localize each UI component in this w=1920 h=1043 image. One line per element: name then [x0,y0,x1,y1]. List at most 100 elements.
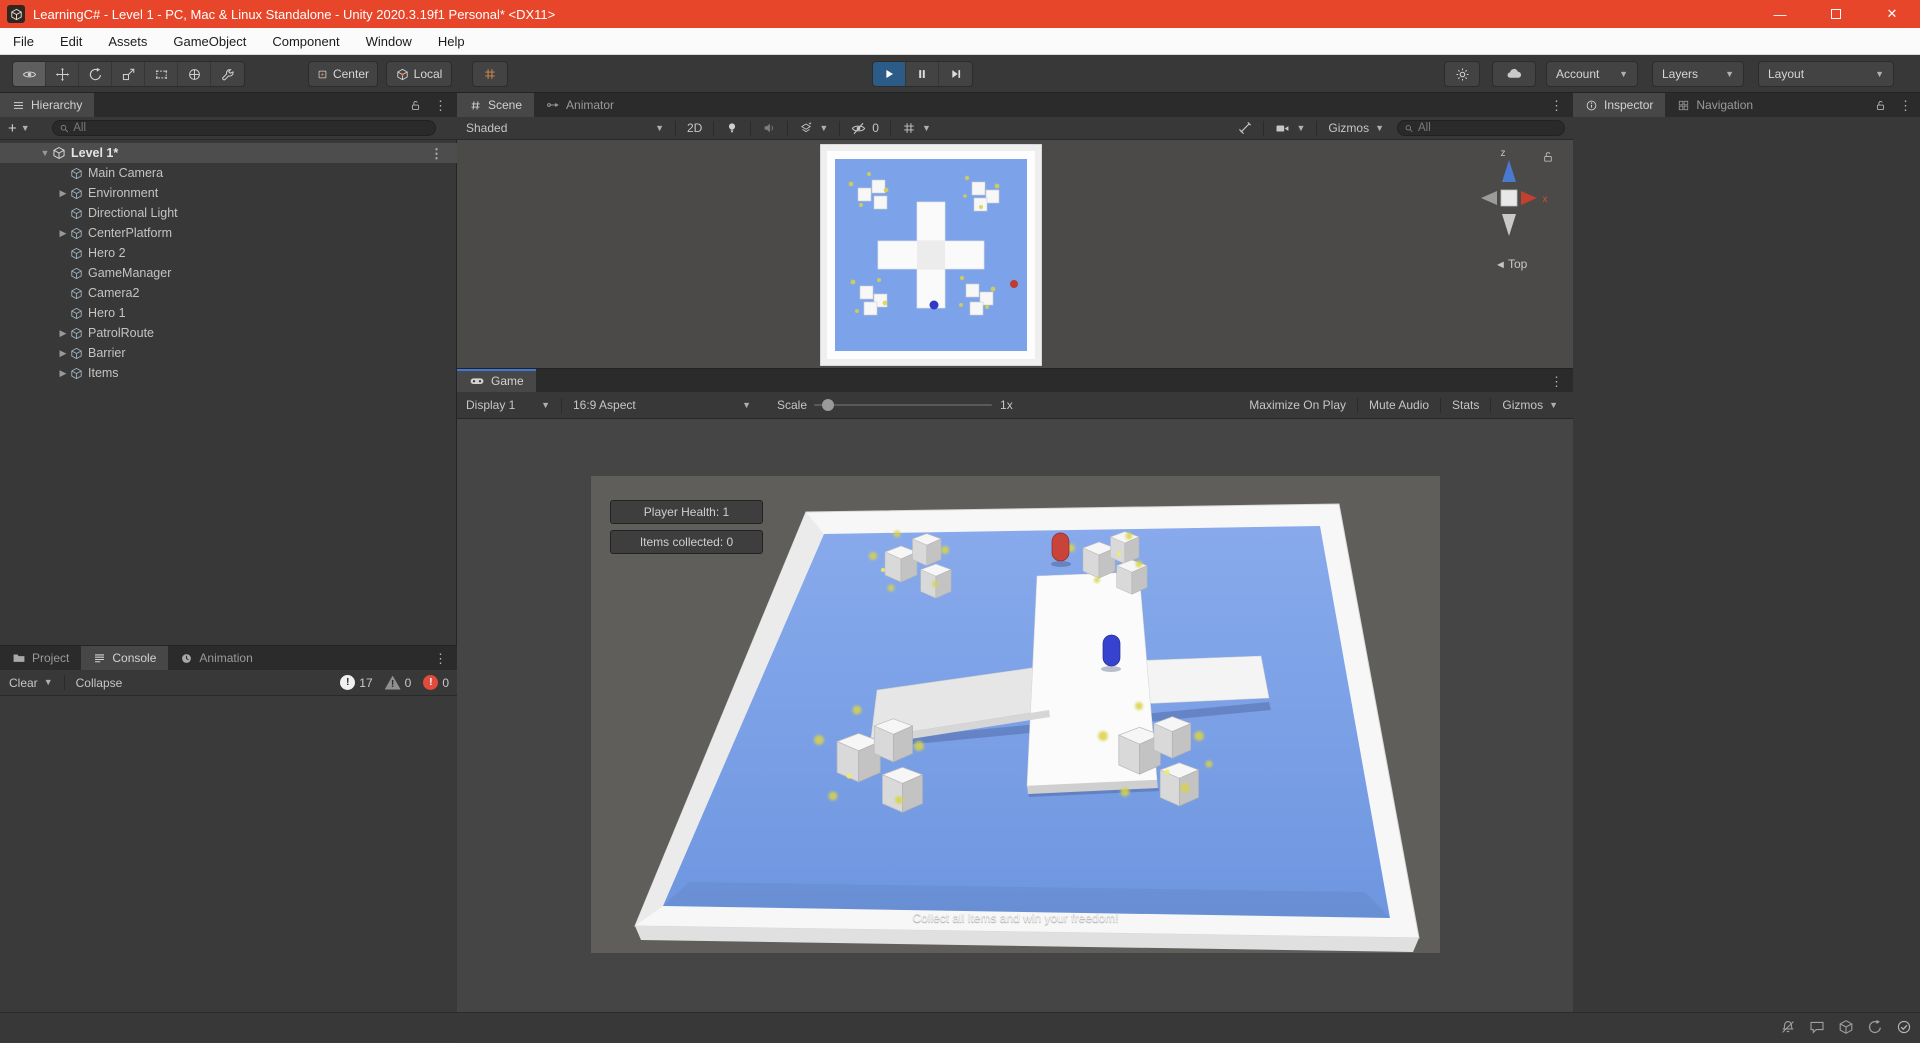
kebab-menu-icon[interactable]: ⋮ [434,652,447,665]
scale-slider[interactable] [814,399,993,411]
console-log-area[interactable] [0,696,457,1043]
menu-assets[interactable]: Assets [95,28,160,54]
hierarchy-search[interactable] [51,120,436,136]
tab-game[interactable]: Game [457,369,536,392]
hierarchy-item[interactable]: ▶Directional Light [0,203,457,223]
menu-component[interactable]: Component [259,28,352,54]
hierarchy-item[interactable]: ▶ Environment [0,183,457,203]
tab-inspector[interactable]: Inspector [1573,93,1666,117]
expand-arrow-icon[interactable]: ▶ [56,348,70,359]
transform-tool-icon[interactable] [178,62,211,86]
expand-arrow-icon[interactable]: ▶ [56,368,70,379]
scene-search-input[interactable] [1418,122,1558,134]
maximize-on-play-toggle[interactable]: Maximize On Play [1242,392,1353,418]
log-count-toggle[interactable]: ! 17 [340,675,373,690]
cloud-services-button[interactable] [1492,61,1536,87]
grid-snap-button[interactable] [472,61,508,87]
menu-edit[interactable]: Edit [47,28,95,54]
game-viewport[interactable]: Player Health: 1 Items collected: 0 Coll… [457,419,1573,1012]
close-button-icon[interactable]: ✕ [1864,0,1920,28]
kebab-menu-icon[interactable]: ⋮ [1899,99,1912,112]
hidden-objects-button[interactable]: 0 [844,117,886,139]
hierarchy-item[interactable]: ▶GameManager [0,263,457,283]
menu-gameobject[interactable]: GameObject [160,28,259,54]
hierarchy-item[interactable]: ▶ PatrolRoute [0,323,457,343]
tab-animator[interactable]: Animator [534,93,626,117]
stats-toggle[interactable]: Stats [1445,392,1486,418]
pause-button-icon[interactable] [906,62,939,86]
maximize-button-icon[interactable] [1808,0,1864,28]
tab-animation[interactable]: Animation [168,646,264,670]
scene-lighting-button[interactable] [718,117,746,139]
progress-indicator-button[interactable] [1444,61,1480,87]
expand-arrow-icon[interactable]: ▶ [56,188,70,199]
error-count-toggle[interactable]: ! 0 [423,675,449,690]
scene-audio-button[interactable] [755,117,783,139]
hierarchy-item[interactable]: ▶Hero 1 [0,303,457,323]
menu-help[interactable]: Help [425,28,478,54]
scene-viewport[interactable]: z x ◄ Top [457,140,1573,368]
activity-chat-icon[interactable] [1809,1019,1825,1035]
layers-dropdown[interactable]: Layers ▼ [1652,61,1744,87]
account-dropdown[interactable]: Account ▼ [1546,61,1638,87]
shading-mode-dropdown[interactable]: Shaded ▼ [459,117,671,139]
chevron-down-icon[interactable]: ▼ [21,123,30,133]
hierarchy-item[interactable]: ▶ Items [0,363,457,383]
menu-file[interactable]: File [0,28,47,54]
hierarchy-item[interactable]: ▶Hero 2 [0,243,457,263]
hierarchy-item[interactable]: ▶ CenterPlatform [0,223,457,243]
2d-toggle-button[interactable]: 2D [680,117,709,139]
scene-orientation-gizmo[interactable]: z x ◄ Top [1457,142,1567,292]
mute-audio-toggle[interactable]: Mute Audio [1362,392,1436,418]
tab-scene[interactable]: Scene [457,93,535,117]
tab-console[interactable]: Console [81,646,169,670]
tab-navigation[interactable]: Navigation [1665,93,1765,117]
background-tasks-done-icon[interactable] [1896,1019,1912,1035]
custom-tool-icon[interactable] [211,62,244,86]
pivot-toggle-button[interactable]: Center [308,61,378,87]
hierarchy-item[interactable]: ▶Camera2 [0,283,457,303]
scene-camera-dropdown[interactable]: ▼ [1268,117,1312,139]
scene-search[interactable] [1397,120,1565,136]
player-health-button[interactable]: Player Health: 1 [610,500,763,524]
layout-dropdown[interactable]: Layout ▼ [1758,61,1894,87]
kebab-menu-icon[interactable]: ⋮ [434,99,447,112]
play-button-icon[interactable] [873,62,906,86]
lock-icon[interactable] [409,99,422,112]
kebab-menu-icon[interactable]: ⋮ [1550,375,1563,388]
view-tool-icon[interactable] [13,62,46,86]
expand-arrow-icon[interactable]: ▶ [56,228,70,239]
effects-dropdown[interactable]: ▼ [792,117,835,139]
rotate-tool-icon[interactable] [79,62,112,86]
create-add-button[interactable]: + [8,120,17,137]
menu-window[interactable]: Window [353,28,425,54]
scene-tools-button[interactable] [1231,117,1259,139]
items-collected-button[interactable]: Items collected: 0 [610,530,763,554]
pivot-rotation-toggle-button[interactable]: Local [386,61,452,87]
hierarchy-item[interactable]: ▶Main Camera [0,163,457,183]
minimize-button-icon[interactable]: — [1752,0,1808,28]
hierarchy-search-input[interactable] [73,122,429,134]
collapse-arrow-icon[interactable]: ▼ [38,148,52,158]
warning-count-toggle[interactable]: ! 0 [384,675,411,690]
display-dropdown[interactable]: Display 1 ▼ [459,392,557,418]
expand-arrow-icon[interactable]: ▶ [56,328,70,339]
notifications-muted-icon[interactable] [1780,1019,1796,1035]
tab-project[interactable]: Project [0,646,81,670]
scale-tool-icon[interactable] [112,62,145,86]
scene-row[interactable]: ▼ Level 1* ⋮ [0,143,457,163]
kebab-menu-icon[interactable]: ⋮ [1550,99,1563,112]
scale-slider-knob[interactable] [822,399,835,411]
hierarchy-item[interactable]: ▶ Barrier [0,343,457,363]
clear-button[interactable]: Clear ▼ [2,670,60,695]
tab-hierarchy[interactable]: Hierarchy [0,93,95,117]
grid-visibility-dropdown[interactable]: ▼ [895,117,938,139]
step-button-icon[interactable] [939,62,972,86]
lock-icon[interactable] [1874,99,1887,112]
rect-tool-icon[interactable] [145,62,178,86]
move-tool-icon[interactable] [46,62,79,86]
aspect-ratio-dropdown[interactable]: 16:9 Aspect ▼ [566,392,758,418]
kebab-menu-icon[interactable]: ⋮ [430,147,443,160]
package-icon[interactable] [1838,1019,1854,1035]
scene-gizmos-dropdown[interactable]: Gizmos ▼ [1321,117,1391,139]
